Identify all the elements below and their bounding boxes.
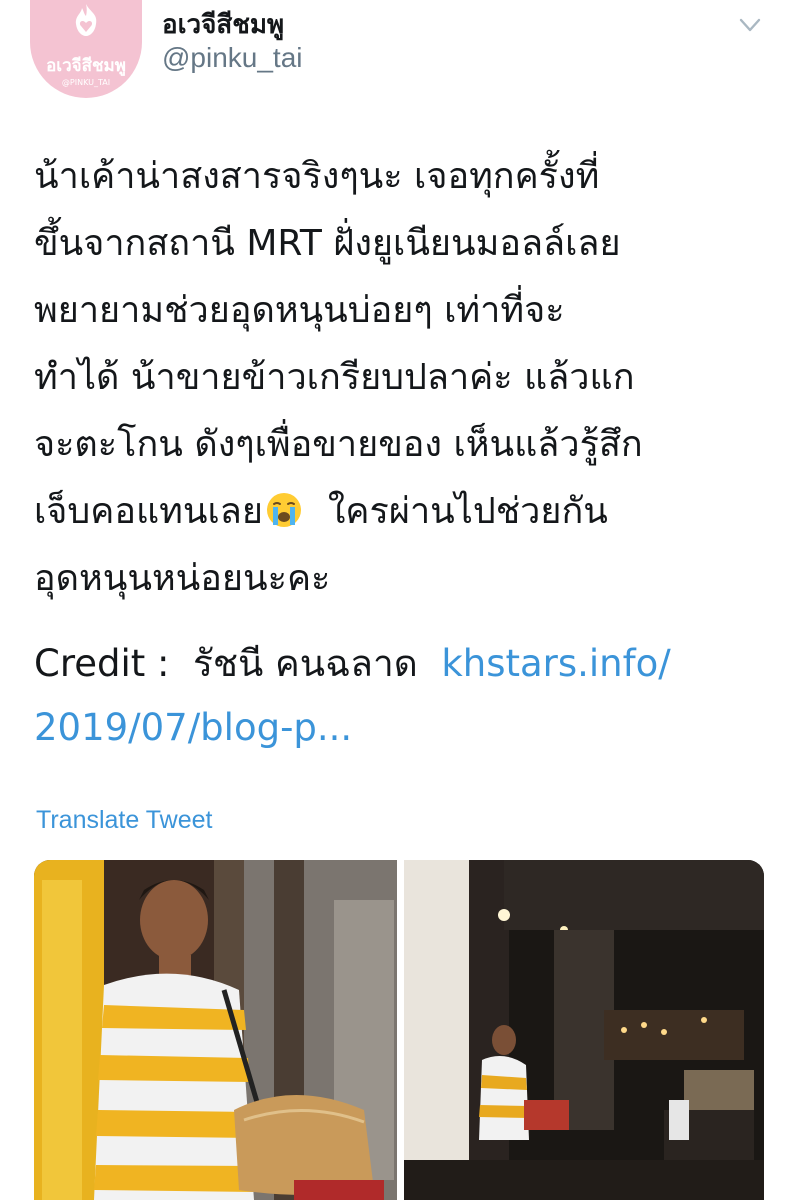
tweet-line: อุดหนุนหน่อยนะคะ xyxy=(34,558,331,599)
credit-line: Credit : รัชนี คนฉลาด khstars.info/ xyxy=(34,632,784,696)
tweet-line-text: เจ็บคอแทนเลย xyxy=(34,491,263,532)
avatar[interactable]: อเวจีสีชมพู @PINKU_TAI xyxy=(30,0,142,98)
crying-face-emoji xyxy=(266,493,301,527)
photo-station-exit xyxy=(404,860,764,1200)
credit-section: Credit : รัชนี คนฉลาด khstars.info/ 2019… xyxy=(34,632,784,760)
source-link[interactable]: khstars.info/ xyxy=(441,642,670,685)
avatar-label: อเวจีสีชมพู xyxy=(46,56,126,76)
tweet-line-text: ใครผ่านไปช่วยกัน xyxy=(304,491,608,532)
translate-tweet-link[interactable]: Translate Tweet xyxy=(36,806,212,835)
flame-heart-icon xyxy=(75,4,97,36)
tweet-line: ทำได้ น้าขายข้าวเกรียบปลาค่ะ แล้วแก xyxy=(34,357,635,398)
chevron-down-icon[interactable] xyxy=(738,16,762,34)
tweet-line: พยายามช่วยอุดหนุนบ่อยๆ เท่าที่จะ xyxy=(34,290,565,331)
photo-vendor-closeup xyxy=(34,860,397,1200)
tweet-line: จะตะโกน ดังๆเพื่อขายของ เห็นแล้วรู้สึก xyxy=(34,424,643,465)
tweet-photo-2[interactable] xyxy=(404,860,764,1200)
tweet-line: น้าเค้าน่าสงสารจริงๆนะ เจอทุกครั้งที่ xyxy=(34,156,600,197)
credit-label: Credit : รัชนี คนฉลาด xyxy=(34,642,442,685)
display-name[interactable]: อเวจีสีชมพู xyxy=(162,4,284,45)
source-link-continuation[interactable]: 2019/07/blog-p... xyxy=(34,696,784,760)
avatar-handle: @PINKU_TAI xyxy=(61,78,111,87)
tweet-card: อเวจีสีชมพู @PINKU_TAI อเวจีสีชมพู @pink… xyxy=(0,0,798,1200)
tweet-line: เจ็บคอแทนเลย ใครผ่านไปช่วยกัน xyxy=(34,478,784,545)
tweet-line: ขึ้นจากสถานี MRT ฝั่งยูเนียนมอลล์เลย xyxy=(34,223,621,264)
tweet-text: น้าเค้าน่าสงสารจริงๆนะ เจอทุกครั้งที่ ขึ… xyxy=(34,143,784,612)
tweet-photo-1[interactable] xyxy=(34,860,397,1200)
user-handle[interactable]: @pinku_tai xyxy=(162,42,303,74)
